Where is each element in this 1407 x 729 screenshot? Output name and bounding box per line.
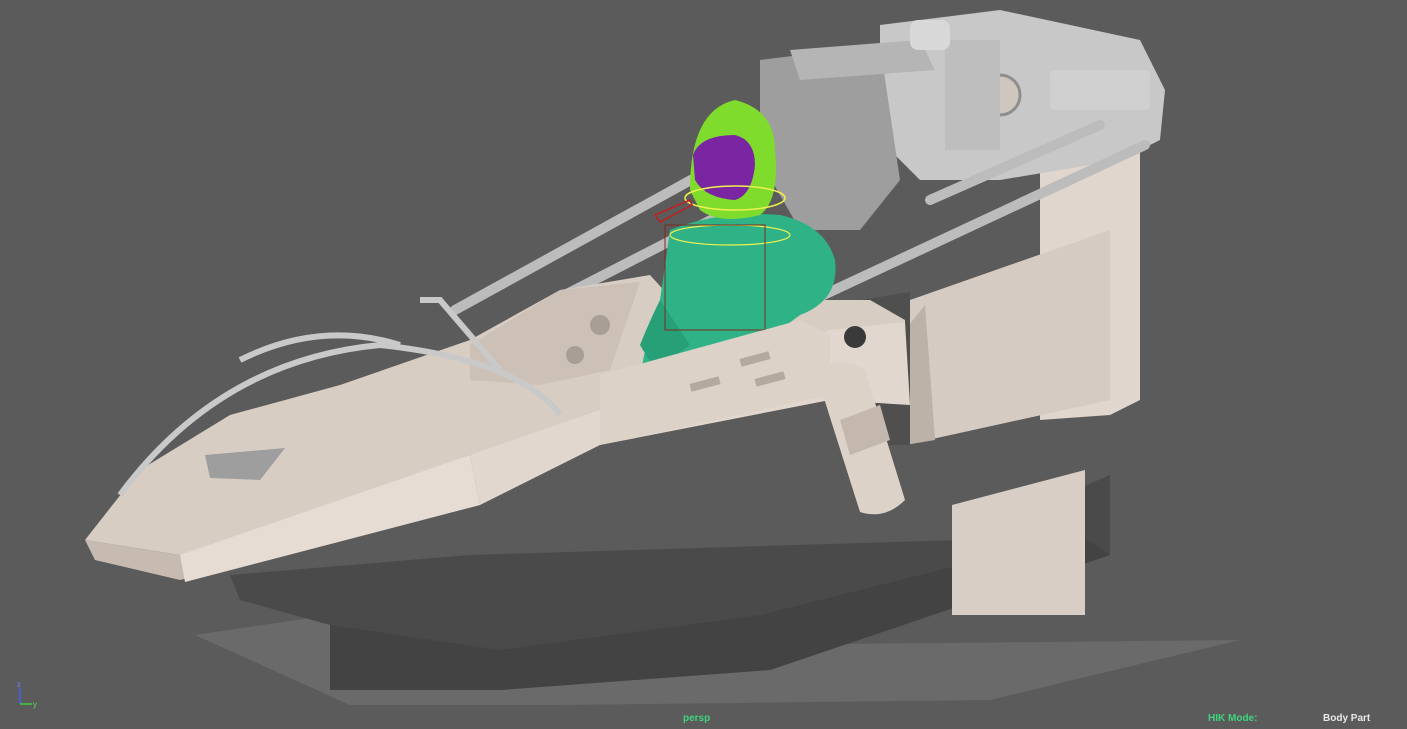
camera-name-label: persp: [683, 713, 711, 724]
3d-viewport[interactable]: z y persp HIK Mode: Body Part: [0, 0, 1407, 729]
cockpit-scene[interactable]: [0, 0, 1407, 729]
hik-mode-value: Body Part: [1323, 713, 1371, 724]
hik-mode-label: HIK Mode:: [1208, 713, 1258, 724]
axis-gizmo: z y: [17, 680, 37, 709]
axis-z-label: z: [17, 680, 21, 689]
axis-y-label: y: [33, 700, 37, 709]
